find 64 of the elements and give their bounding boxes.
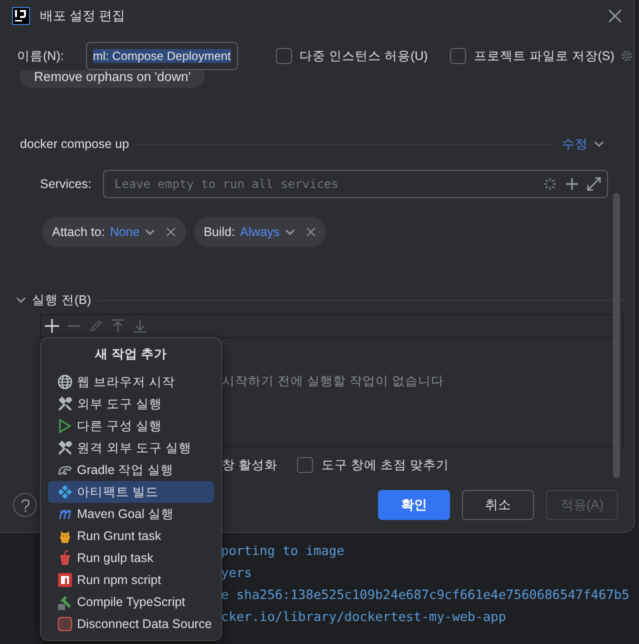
checkbox-label: 다중 인스턴스 허용(U)	[300, 48, 428, 64]
app-logo-icon	[12, 7, 30, 25]
tools-icon	[57, 440, 73, 456]
console-line: yers	[221, 565, 252, 583]
window-title: 배포 설정 편집	[40, 7, 126, 25]
dialog-button[interactable]: 취소	[462, 490, 534, 520]
npm-icon	[57, 572, 73, 588]
services-label: Services:	[40, 177, 92, 191]
cup-icon	[57, 550, 73, 566]
menu-item[interactable]: Disconnect Data Source	[48, 613, 214, 635]
menu-item[interactable]: 외부 도구 실행	[48, 393, 214, 415]
section-title: 실행 전(B)	[32, 292, 92, 308]
scrollbar[interactable]	[613, 193, 620, 478]
name-field[interactable]: ml: Compose Deployment	[86, 42, 238, 70]
remove-icon[interactable]	[306, 227, 316, 237]
empty-message: 시작하기 전에 실행할 작업이 없습니다	[222, 373, 444, 390]
console-line: porting to image	[221, 543, 344, 561]
menu-item[interactable]: Gradle 작업 실행	[48, 459, 214, 481]
menu-item[interactable]: Compile TypeScript	[48, 591, 214, 613]
square-icon	[57, 616, 73, 632]
checkbox-label: 창 활성화	[222, 456, 278, 474]
menu-item[interactable]: Run npm script	[48, 569, 214, 591]
expand-icon[interactable]	[587, 177, 602, 191]
name-label: 이름(N):	[17, 48, 64, 64]
menu-item[interactable]: Maven Goal 실행	[48, 503, 214, 525]
close-icon[interactable]	[608, 9, 622, 23]
move-down-icon[interactable]	[133, 319, 147, 333]
chevron-down-icon[interactable]	[16, 295, 26, 305]
option-chip[interactable]: Attach to: None	[42, 217, 186, 247]
option-chip[interactable]: Remove orphans on 'down'	[20, 70, 205, 88]
question-mark-icon	[20, 498, 30, 512]
spinner-icon	[543, 177, 558, 191]
dialog-button[interactable]: 확인	[378, 490, 450, 520]
menu-item[interactable]: Run gulp task	[48, 547, 214, 569]
hammer-icon	[57, 594, 73, 610]
option-chip[interactable]: Build: Always	[194, 217, 326, 247]
popup-title: 새 작업 추가	[94, 346, 168, 363]
play-icon	[57, 418, 73, 434]
remove-icon[interactable]	[166, 227, 176, 237]
checkbox-label: 도구 창에 초점 맞추기	[321, 456, 449, 474]
menu-item[interactable]: 아티팩트 빌드	[48, 481, 214, 503]
checkbox[interactable]	[450, 48, 466, 64]
modify-link[interactable]: 수정	[562, 136, 604, 152]
pencil-icon[interactable]	[89, 319, 103, 333]
console-line: cker.io/library/dockertest-my-web-app	[221, 609, 506, 627]
menu-item[interactable]: 다른 구성 실행	[48, 415, 214, 437]
checkbox[interactable]	[297, 457, 314, 473]
menu-item[interactable]: 웹 브라우저 시작	[48, 371, 214, 393]
diamond-icon	[57, 484, 73, 500]
checkbox[interactable]	[276, 48, 292, 64]
chevron-down-icon	[144, 229, 155, 235]
globe-icon	[57, 374, 73, 390]
gear-icon[interactable]	[620, 49, 634, 63]
menu-item[interactable]: Run Grunt task	[48, 525, 214, 547]
chevron-down-icon	[284, 229, 295, 235]
move-up-icon[interactable]	[111, 319, 125, 333]
section-title: docker compose up	[20, 137, 130, 151]
menu-item[interactable]: 원격 외부 도구 실행	[48, 437, 214, 459]
console-line: e sha256:138e525c109b24e687c9cf661e4e7560686547f467b5	[221, 587, 630, 605]
checkbox-label: 프로젝트 파일로 저장(S)	[474, 48, 614, 64]
tools-icon	[57, 396, 73, 412]
plus-icon[interactable]	[565, 177, 580, 191]
help-button[interactable]	[13, 493, 37, 517]
chevron-down-icon	[594, 141, 604, 147]
